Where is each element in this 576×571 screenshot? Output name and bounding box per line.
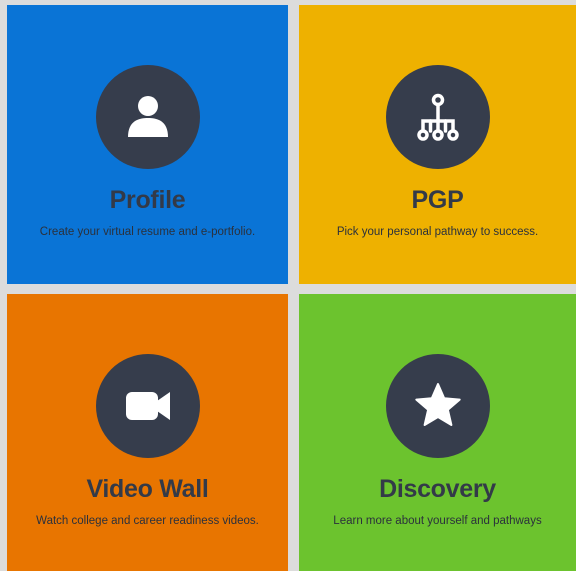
tile-profile[interactable]: Profile Create your virtual resume and e… — [7, 5, 288, 284]
user-icon — [127, 96, 168, 137]
tile-description: Create your virtual resume and e-portfol… — [39, 226, 256, 238]
tile-title: PGP — [411, 186, 464, 214]
video-camera-icon — [125, 392, 170, 420]
tile-discovery[interactable]: Discovery Learn more about yourself and … — [299, 294, 576, 571]
tile-video-wall[interactable]: Video Wall Watch college and career read… — [7, 294, 288, 571]
star-icon — [414, 383, 461, 426]
tile-title: Discovery — [379, 475, 496, 503]
dashboard-grid: Profile Create your virtual resume and e… — [0, 0, 576, 571]
tile-description: Pick your personal pathway to success. — [336, 226, 539, 238]
icon-circle — [95, 354, 200, 458]
tile-title: Profile — [109, 186, 186, 214]
tile-title: Video Wall — [86, 475, 209, 503]
tile-description: Watch college and career readiness video… — [36, 515, 259, 527]
tile-description: Learn more about yourself and pathways — [333, 515, 542, 527]
pathway-tree-icon — [416, 93, 459, 141]
icon-circle — [385, 65, 490, 169]
icon-circle — [385, 354, 490, 458]
tile-pgp[interactable]: PGP Pick your personal pathway to succes… — [299, 5, 576, 284]
icon-circle — [95, 65, 200, 169]
